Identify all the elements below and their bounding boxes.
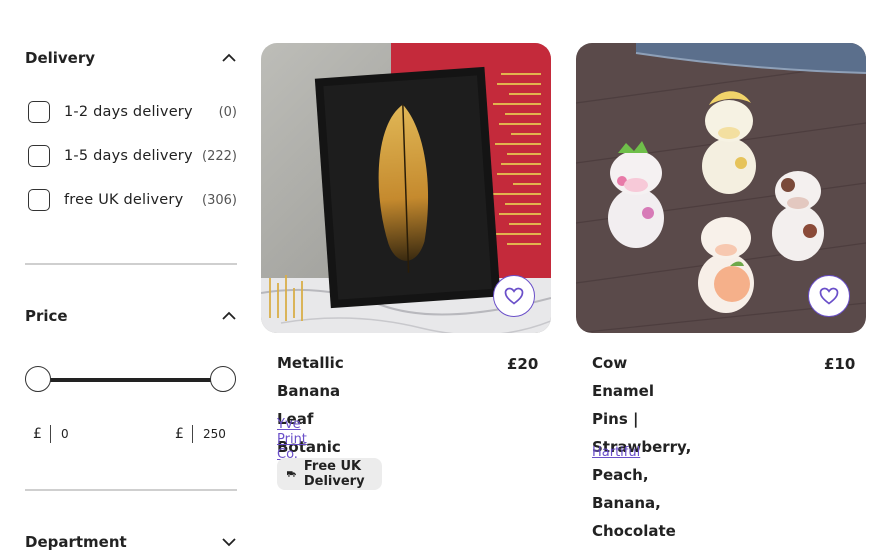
product-price: £20 [507, 355, 539, 373]
chevron-up-icon [222, 53, 236, 62]
shop-link[interactable]: Yve Print Co. [277, 417, 307, 462]
checkbox[interactable] [28, 101, 50, 123]
option-label: free UK delivery [64, 192, 184, 208]
field-separator [50, 425, 51, 443]
department-filter-header[interactable]: Department [25, 530, 237, 554]
delivery-option-1-2-days[interactable]: 1-2 days delivery (0) [28, 99, 237, 125]
department-heading: Department [25, 533, 127, 551]
checkbox[interactable] [28, 189, 50, 211]
delivery-option-1-5-days[interactable]: 1-5 days delivery (222) [28, 143, 237, 169]
price-heading: Price [25, 307, 68, 325]
title-line: Banana, Chocolate [592, 494, 676, 540]
product-image[interactable] [261, 43, 551, 333]
free-delivery-badge: Free UK Delivery [277, 458, 382, 490]
delivery-filter-header[interactable]: Delivery [25, 46, 237, 70]
price-slider-track[interactable] [38, 378, 224, 382]
price-slider-min-handle[interactable] [25, 366, 51, 392]
price-slider-max-handle[interactable] [210, 366, 236, 392]
currency-symbol: £ [175, 426, 184, 442]
favourite-button[interactable] [808, 275, 850, 317]
title-line: Strawberry, Peach, [592, 438, 692, 484]
product-image[interactable] [576, 43, 866, 333]
option-label: 1-2 days delivery [64, 104, 193, 120]
delivery-heading: Delivery [25, 49, 96, 67]
price-min-input[interactable] [61, 427, 101, 441]
currency-symbol: £ [33, 426, 42, 442]
shop-link[interactable]: Hartiful [592, 445, 640, 460]
option-count: (222) [202, 148, 237, 164]
delivery-option-free-uk[interactable]: free UK delivery (306) [28, 187, 237, 213]
favourite-button[interactable] [493, 275, 535, 317]
option-label: 1-5 days delivery [64, 148, 193, 164]
checkbox[interactable] [28, 145, 50, 167]
truck-icon [287, 471, 296, 478]
filter-sidebar: Delivery 1-2 days delivery (0) 1-5 days … [0, 0, 250, 553]
badge-label: Free UK Delivery [303, 459, 365, 489]
field-separator [192, 425, 193, 443]
price-max-input[interactable] [203, 427, 243, 441]
heart-icon [819, 287, 839, 305]
chevron-up-icon [222, 311, 236, 320]
product-price: £10 [824, 355, 856, 373]
divider [25, 489, 237, 491]
title-line: Cow Enamel Pins | [592, 354, 654, 428]
option-count: (306) [202, 192, 237, 208]
divider [25, 263, 237, 265]
price-max-field[interactable]: £ [175, 424, 243, 444]
heart-icon [504, 287, 524, 305]
price-min-field[interactable]: £ [33, 424, 101, 444]
price-filter-header[interactable]: Price [25, 304, 237, 328]
option-count: (0) [218, 104, 237, 120]
chevron-down-icon [222, 538, 236, 547]
